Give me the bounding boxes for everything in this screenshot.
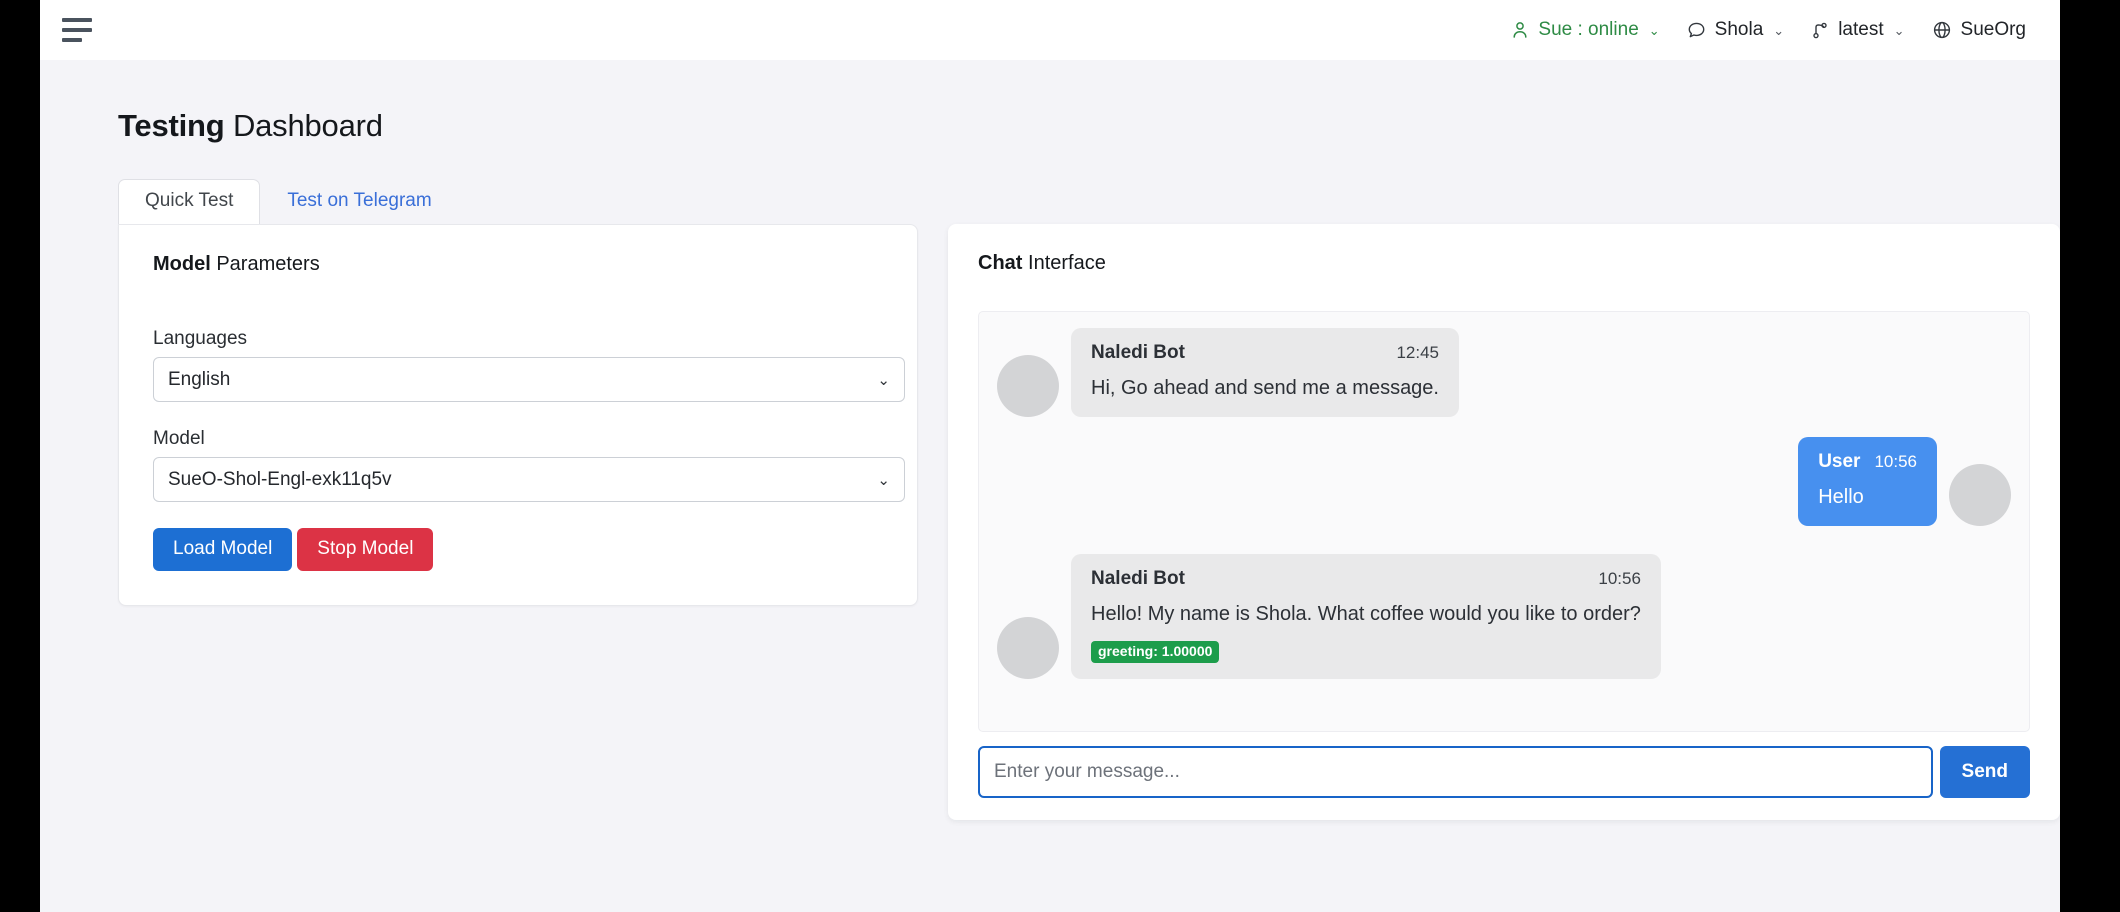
nav-item-version[interactable]: latest ⌄: [1810, 19, 1905, 41]
page-title: Testing Dashboard: [40, 60, 2060, 144]
tab-quick-test-label: Quick Test: [145, 190, 234, 212]
chevron-down-icon: ⌄: [1773, 22, 1785, 38]
chat-spacer: [997, 423, 2011, 431]
chat-bubble: Naledi Bot 10:56 Hello! My name is Shola…: [1071, 554, 1661, 680]
model-action-buttons: Load Model Stop Model: [153, 528, 883, 571]
chat-bubble: Naledi Bot 12:45 Hi, Go ahead and send m…: [1071, 328, 1459, 417]
model-select-value: SueO-Shol-Engl-exk11q5v: [168, 468, 392, 490]
page-title-strong: Testing: [118, 108, 225, 143]
chat-bubble-icon: [1686, 20, 1707, 41]
git-branch-icon: [1810, 20, 1830, 41]
nav-item-assistant[interactable]: Shola ⌄: [1686, 19, 1785, 41]
model-label: Model: [153, 428, 205, 449]
nav-item-assistant-label: Shola: [1714, 19, 1764, 40]
hamburger-menu-icon[interactable]: [62, 17, 96, 43]
chat-sender-name: Naledi Bot: [1091, 568, 1185, 589]
chat-message-list[interactable]: Naledi Bot 12:45 Hi, Go ahead and send m…: [978, 311, 2030, 732]
avatar: [997, 355, 1059, 417]
app-frame: Sue : online ⌄ Shola ⌄ latest ⌄ SueOrg T…: [40, 0, 2060, 912]
tab-bar: Quick Test Test on Telegram: [118, 179, 2060, 224]
chat-message-bot-2: Naledi Bot 10:56 Hello! My name is Shola…: [997, 554, 2011, 680]
tab-test-on-telegram[interactable]: Test on Telegram: [260, 179, 458, 224]
tab-quick-test[interactable]: Quick Test: [118, 179, 261, 224]
model-parameters-title-light: Parameters: [210, 253, 320, 275]
top-navigation-bar: Sue : online ⌄ Shola ⌄ latest ⌄ SueOrg: [40, 0, 2060, 60]
chat-bubble-header: User 10:56: [1818, 451, 1917, 473]
languages-label: Languages: [153, 328, 248, 349]
intent-confidence-badge: greeting: 1.00000: [1091, 641, 1220, 664]
chat-timestamp: 10:56: [1874, 452, 1917, 471]
nav-item-version-label: latest: [1838, 19, 1884, 40]
chat-spacer: [997, 532, 2011, 548]
model-parameters-title: Model Parameters: [153, 253, 883, 276]
chat-message-text: Hello: [1818, 486, 1864, 508]
nav-item-user-status-label: Sue : online: [1538, 19, 1639, 40]
chevron-down-icon: ⌄: [1648, 22, 1660, 38]
model-parameters-title-strong: Model: [153, 253, 211, 275]
nav-item-user-status[interactable]: Sue : online ⌄: [1510, 19, 1660, 41]
model-select[interactable]: SueO-Shol-Engl-exk11q5v ⌄: [153, 457, 905, 502]
chat-interface-title-light: Interface: [1022, 252, 1106, 274]
chat-interface-title-strong: Chat: [978, 252, 1023, 274]
chevron-down-icon: ⌄: [877, 471, 890, 489]
avatar: [1949, 464, 2011, 526]
page-content: Testing Dashboard Quick Test Test on Tel…: [40, 60, 2060, 912]
chevron-down-icon: ⌄: [877, 371, 890, 389]
chat-interface-title: Chat Interface: [978, 252, 2030, 275]
chat-timestamp: 10:56: [1598, 569, 1641, 588]
chat-sender-name: User: [1818, 451, 1861, 472]
chat-input-row: Send: [978, 746, 2030, 798]
globe-icon: [1931, 19, 1953, 41]
person-icon: [1510, 20, 1530, 40]
tab-test-on-telegram-label: Test on Telegram: [287, 190, 432, 212]
send-button[interactable]: Send: [1939, 746, 2030, 798]
chat-message-text: Hi, Go ahead and send me a message.: [1091, 377, 1439, 399]
chat-message-bot-1: Naledi Bot 12:45 Hi, Go ahead and send m…: [997, 328, 2011, 417]
chat-interface-panel: Chat Interface Naledi Bot 12:45 Hi, Go a…: [948, 224, 2060, 820]
languages-select[interactable]: English ⌄: [153, 357, 905, 402]
stop-model-button[interactable]: Stop Model: [297, 528, 434, 571]
chat-bubble: User 10:56 Hello: [1798, 437, 1937, 526]
model-parameters-panel: Model Parameters Languages English ⌄ Mod…: [118, 224, 918, 606]
hamburger-line-1: [62, 18, 92, 22]
nav-item-organization[interactable]: SueOrg: [1931, 19, 2026, 41]
avatar: [997, 617, 1059, 680]
chat-sender-name: Naledi Bot: [1091, 342, 1185, 363]
languages-select-value: English: [168, 368, 231, 390]
hamburger-line-3: [62, 38, 82, 42]
page-title-light: Dashboard: [224, 108, 383, 143]
chat-bubble-header: Naledi Bot 10:56: [1091, 568, 1641, 590]
panels-row: Model Parameters Languages English ⌄ Mod…: [118, 224, 2060, 820]
nav-right-group: Sue : online ⌄ Shola ⌄ latest ⌄ SueOrg: [1510, 19, 2026, 41]
message-input[interactable]: [978, 746, 1933, 798]
chat-timestamp: 12:45: [1396, 343, 1439, 362]
nav-item-organization-label: SueOrg: [1960, 19, 2026, 40]
load-model-button[interactable]: Load Model: [153, 528, 293, 571]
chat-message-text: Hello! My name is Shola. What coffee wou…: [1091, 603, 1641, 625]
chevron-down-icon: ⌄: [1893, 22, 1905, 38]
chat-bubble-header: Naledi Bot 12:45: [1091, 342, 1439, 364]
hamburger-line-2: [62, 28, 92, 32]
chat-message-user-1: User 10:56 Hello: [997, 437, 2011, 526]
